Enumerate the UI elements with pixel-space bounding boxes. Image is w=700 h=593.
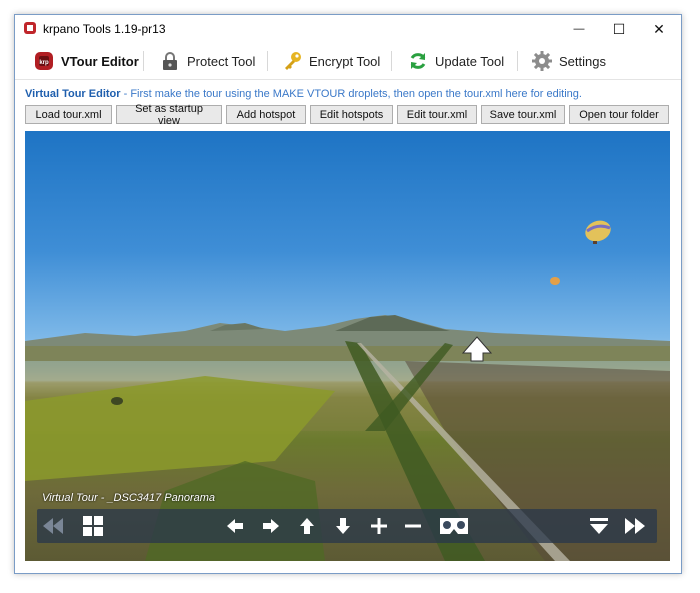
next-scene-button[interactable] <box>623 514 647 538</box>
app-window: krpano Tools 1.19-pr13 — ☐ ✕ krp VTour E… <box>14 14 682 574</box>
tab-protect-tool-label: Protect Tool <box>187 53 256 69</box>
close-button[interactable]: ✕ <box>639 15 679 43</box>
toolbar-divider <box>517 51 518 71</box>
previous-scene-button[interactable] <box>41 514 65 538</box>
zoom-in-button[interactable] <box>367 514 391 538</box>
zoom-out-button[interactable] <box>401 514 425 538</box>
hide-controls-icon <box>590 518 608 534</box>
thumbnails-icon <box>83 516 103 536</box>
viewer-control-bar <box>37 509 657 543</box>
vr-goggles-icon <box>440 518 468 534</box>
vtour-editor-icon: krp <box>35 52 53 70</box>
edit-tour-button[interactable]: Edit tour.xml <box>397 105 477 124</box>
vr-mode-button[interactable] <box>437 514 471 538</box>
set-startup-view-button[interactable]: Set as startup view <box>116 103 222 127</box>
gear-icon <box>532 51 552 71</box>
maximize-icon: ☐ <box>612 20 626 37</box>
tab-update-tool-label: Update Tool <box>435 53 505 69</box>
toolbar-divider <box>267 51 268 71</box>
tab-settings-label: Settings <box>559 53 606 69</box>
lock-icon <box>163 52 177 70</box>
svg-text:krp: krp <box>39 60 49 66</box>
pan-up-button[interactable] <box>295 514 319 538</box>
editor-heading: Virtual Tour Editor <box>25 88 121 100</box>
scene-caption: Virtual Tour - _DSC3417 Panorama <box>42 492 216 504</box>
minimize-button[interactable]: — <box>559 15 599 43</box>
arrow-right-icon <box>263 519 279 533</box>
hot-air-balloon <box>585 220 611 244</box>
tab-settings[interactable]: Settings <box>527 47 610 75</box>
load-tour-button[interactable]: Load tour.xml <box>25 105 112 124</box>
previous-scene-icon <box>43 518 63 534</box>
maximize-button[interactable]: ☐ <box>599 15 639 43</box>
minimize-icon: — <box>573 23 585 35</box>
krpano-app-icon <box>24 22 36 34</box>
tab-encrypt-tool[interactable]: Encrypt Tool <box>277 47 384 75</box>
arrow-left-icon <box>227 519 243 533</box>
zoom-out-icon <box>405 524 421 528</box>
hide-controls-button[interactable] <box>587 514 611 538</box>
arrow-up-icon <box>300 518 314 534</box>
zoom-in-icon <box>371 518 387 534</box>
pan-right-button[interactable] <box>259 514 283 538</box>
arrow-down-icon <box>336 518 350 534</box>
key-icon <box>285 52 301 70</box>
open-tour-folder-button[interactable]: Open tour folder <box>569 105 669 124</box>
tab-protect-tool[interactable]: Protect Tool <box>155 47 259 75</box>
title-bar[interactable]: krpano Tools 1.19-pr13 — ☐ ✕ <box>15 15 681 43</box>
main-toolbar: krp VTour Editor Protect Tool Encrypt To… <box>15 43 681 80</box>
editor-info-line: Virtual Tour Editor - First make the tou… <box>25 88 582 100</box>
window-title: krpano Tools 1.19-pr13 <box>43 22 166 36</box>
toolbar-divider <box>391 51 392 71</box>
pan-left-button[interactable] <box>223 514 247 538</box>
tab-encrypt-tool-label: Encrypt Tool <box>309 53 381 69</box>
refresh-icon <box>410 53 426 69</box>
add-hotspot-button[interactable]: Add hotspot <box>226 105 306 124</box>
toolbar-divider <box>143 51 144 71</box>
editor-description: - First make the tour using the MAKE VTO… <box>120 88 582 100</box>
save-tour-button[interactable]: Save tour.xml <box>481 105 565 124</box>
pan-down-button[interactable] <box>331 514 355 538</box>
tab-update-tool[interactable]: Update Tool <box>403 47 508 75</box>
tab-vtour-editor[interactable]: krp VTour Editor <box>29 47 143 75</box>
edit-hotspots-button[interactable]: Edit hotspots <box>310 105 393 124</box>
panorama-viewer[interactable]: Virtual Tour - _DSC3417 Panorama <box>25 131 670 561</box>
thumbnails-button[interactable] <box>81 514 105 538</box>
next-scene-icon <box>625 518 645 534</box>
hot-air-balloon <box>550 277 560 285</box>
tab-vtour-editor-label: VTour Editor <box>61 53 139 69</box>
close-icon: ✕ <box>653 20 665 37</box>
